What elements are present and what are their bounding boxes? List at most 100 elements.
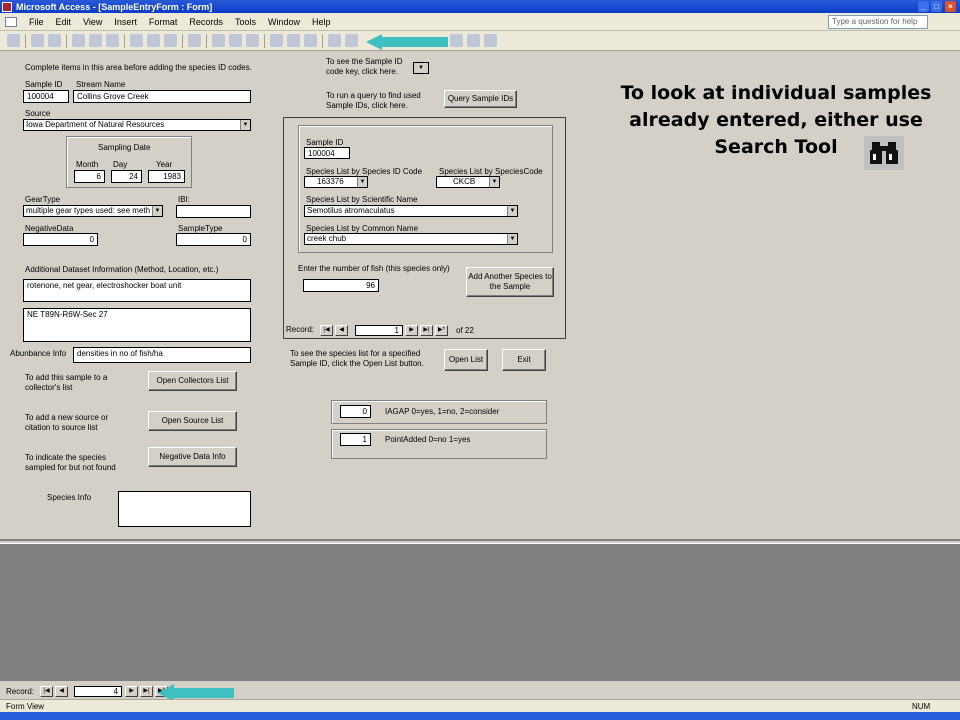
toolbar-separator xyxy=(206,33,207,48)
chevron-down-icon[interactable]: ▼ xyxy=(507,234,517,244)
open-list-button[interactable]: Open List xyxy=(444,349,488,371)
species-by-common-combo[interactable]: creek chub ▼ xyxy=(304,233,518,245)
record-number-field[interactable]: 4 xyxy=(74,686,122,697)
additional-info-field-2[interactable]: NE T89N-R6W-Sec 27 xyxy=(23,308,251,342)
last-record-icon[interactable]: ▶| xyxy=(420,325,433,336)
new-object-icon[interactable] xyxy=(467,34,480,47)
chevron-down-icon[interactable]: ▼ xyxy=(507,206,517,216)
exit-button[interactable]: Exit xyxy=(502,349,546,371)
menu-insert[interactable]: Insert xyxy=(108,17,143,27)
close-icon[interactable]: × xyxy=(945,1,956,12)
apply-filter-icon[interactable] xyxy=(304,34,317,47)
view-icon[interactable] xyxy=(7,34,20,47)
species-info-label: Species Info xyxy=(47,493,92,502)
species-by-code-value: CKCB xyxy=(453,177,476,186)
prev-record-icon[interactable]: ◀ xyxy=(335,325,348,336)
first-record-icon[interactable]: |◀ xyxy=(40,686,53,697)
add-another-species-button[interactable]: Add Another Species to the Sample xyxy=(466,267,554,297)
sample-id-field[interactable]: 100004 xyxy=(23,90,69,103)
menu-records[interactable]: Records xyxy=(183,17,229,27)
open-source-list-button[interactable]: Open Source List xyxy=(148,411,237,431)
cut-icon[interactable] xyxy=(130,34,143,47)
database-window-icon[interactable] xyxy=(450,34,463,47)
pointer-arrow-icon xyxy=(366,34,448,50)
pointadded-label: PointAdded 0=no 1=yes xyxy=(385,435,471,444)
menu-file[interactable]: File xyxy=(23,17,50,27)
first-record-icon[interactable]: |◀ xyxy=(320,325,333,336)
year-label: Year xyxy=(156,160,173,169)
toolbar-separator xyxy=(264,33,265,48)
year-field[interactable]: 1983 xyxy=(148,170,185,183)
minimize-icon[interactable]: _ xyxy=(918,1,929,12)
spelling-icon[interactable] xyxy=(106,34,119,47)
next-record-icon[interactable]: ▶ xyxy=(125,686,138,697)
geartype-combo[interactable]: multiple gear types used: see meth ▼ xyxy=(23,205,163,217)
find-binoculars-icon[interactable] xyxy=(328,34,341,47)
source-combo[interactable]: Iowa Department of Natural Resources ▼ xyxy=(23,119,251,131)
file-search-icon[interactable] xyxy=(48,34,61,47)
menu-view[interactable]: View xyxy=(77,17,108,27)
status-bar: Form View NUM xyxy=(0,699,960,712)
filter-by-form-icon[interactable] xyxy=(287,34,300,47)
window-title: Microsoft Access - [SampleEntryForm : Fo… xyxy=(16,1,213,12)
month-field[interactable]: 6 xyxy=(74,170,105,183)
open-collectors-list-button[interactable]: Open Collectors List xyxy=(148,371,237,391)
toolbar-separator xyxy=(322,33,323,48)
sort-descending-icon[interactable] xyxy=(246,34,259,47)
menu-window[interactable]: Window xyxy=(262,17,306,27)
record-navigation-bar: Record: |◀ ◀ 4 ▶ ▶| ▶* xyxy=(0,684,960,699)
species-by-code-combo[interactable]: CKCB ▼ xyxy=(436,176,500,188)
title-bar: Microsoft Access - [SampleEntryForm : Fo… xyxy=(0,0,960,13)
hyperlink-icon[interactable] xyxy=(212,34,225,47)
abundance-field[interactable]: densities in no of fish/ha xyxy=(73,347,251,363)
prev-record-icon[interactable]: ◀ xyxy=(55,686,68,697)
print-icon[interactable] xyxy=(72,34,85,47)
species-info-field[interactable] xyxy=(118,491,251,527)
stream-name-field[interactable]: Collins Grove Creek xyxy=(73,90,251,103)
help-icon[interactable] xyxy=(484,34,497,47)
geartype-value: multiple gear types used: see meth xyxy=(26,206,151,215)
sample-id-key-combo[interactable]: ▼ xyxy=(413,62,429,74)
sub-sample-id-field[interactable]: 100004 xyxy=(304,147,350,159)
menu-edit[interactable]: Edit xyxy=(50,17,78,27)
number-of-fish-field[interactable]: 96 xyxy=(303,279,379,292)
sampling-date-label: Sampling Date xyxy=(98,143,151,152)
next-record-icon[interactable]: ▶ xyxy=(405,325,418,336)
form-icon[interactable] xyxy=(5,16,17,27)
sort-ascending-icon[interactable] xyxy=(229,34,242,47)
chevron-down-icon[interactable]: ▼ xyxy=(489,177,499,187)
species-by-sci-combo[interactable]: Semotilus atromaculatus ▼ xyxy=(304,205,518,217)
menu-format[interactable]: Format xyxy=(143,17,184,27)
query-sample-ids-button[interactable]: Query Sample IDs xyxy=(444,90,517,108)
ibi-field[interactable] xyxy=(176,205,251,218)
chevron-down-icon[interactable]: ▼ xyxy=(414,63,428,73)
sampletype-field[interactable]: 0 xyxy=(176,233,251,246)
help-question-input[interactable]: Type a question for help xyxy=(828,15,928,29)
save-icon[interactable] xyxy=(31,34,44,47)
copy-icon[interactable] xyxy=(147,34,160,47)
species-by-sci-value: Semotilus atromaculatus xyxy=(307,206,395,215)
subform-record-count: of 22 xyxy=(456,326,474,335)
chevron-down-icon[interactable]: ▼ xyxy=(152,206,162,216)
paste-icon[interactable] xyxy=(164,34,177,47)
menu-help[interactable]: Help xyxy=(306,17,337,27)
iagap-field[interactable]: 0 xyxy=(340,405,371,418)
print-preview-icon[interactable] xyxy=(89,34,102,47)
species-by-id-combo[interactable]: 163376 ▼ xyxy=(304,176,368,188)
negative-data-info-button[interactable]: Negative Data Info xyxy=(148,447,237,467)
undo-icon[interactable] xyxy=(188,34,201,47)
subform-record-number[interactable]: 1 xyxy=(355,325,403,336)
chevron-down-icon[interactable]: ▼ xyxy=(357,177,367,187)
new-record-nav-icon[interactable]: ▶* xyxy=(435,325,448,336)
filter-by-selection-icon[interactable] xyxy=(270,34,283,47)
collectors-text: To add this sample to a collector's list xyxy=(25,373,108,392)
pointadded-field[interactable]: 1 xyxy=(340,433,371,446)
day-field[interactable]: 24 xyxy=(111,170,142,183)
additional-info-field-1[interactable]: rotenone, net gear, electroshocker boat … xyxy=(23,279,251,302)
maximize-icon[interactable]: □ xyxy=(931,1,942,12)
chevron-down-icon[interactable]: ▼ xyxy=(240,120,250,130)
new-record-icon[interactable] xyxy=(345,34,358,47)
last-record-icon[interactable]: ▶| xyxy=(140,686,153,697)
menu-tools[interactable]: Tools xyxy=(229,17,262,27)
negativedata-field[interactable]: 0 xyxy=(23,233,98,246)
